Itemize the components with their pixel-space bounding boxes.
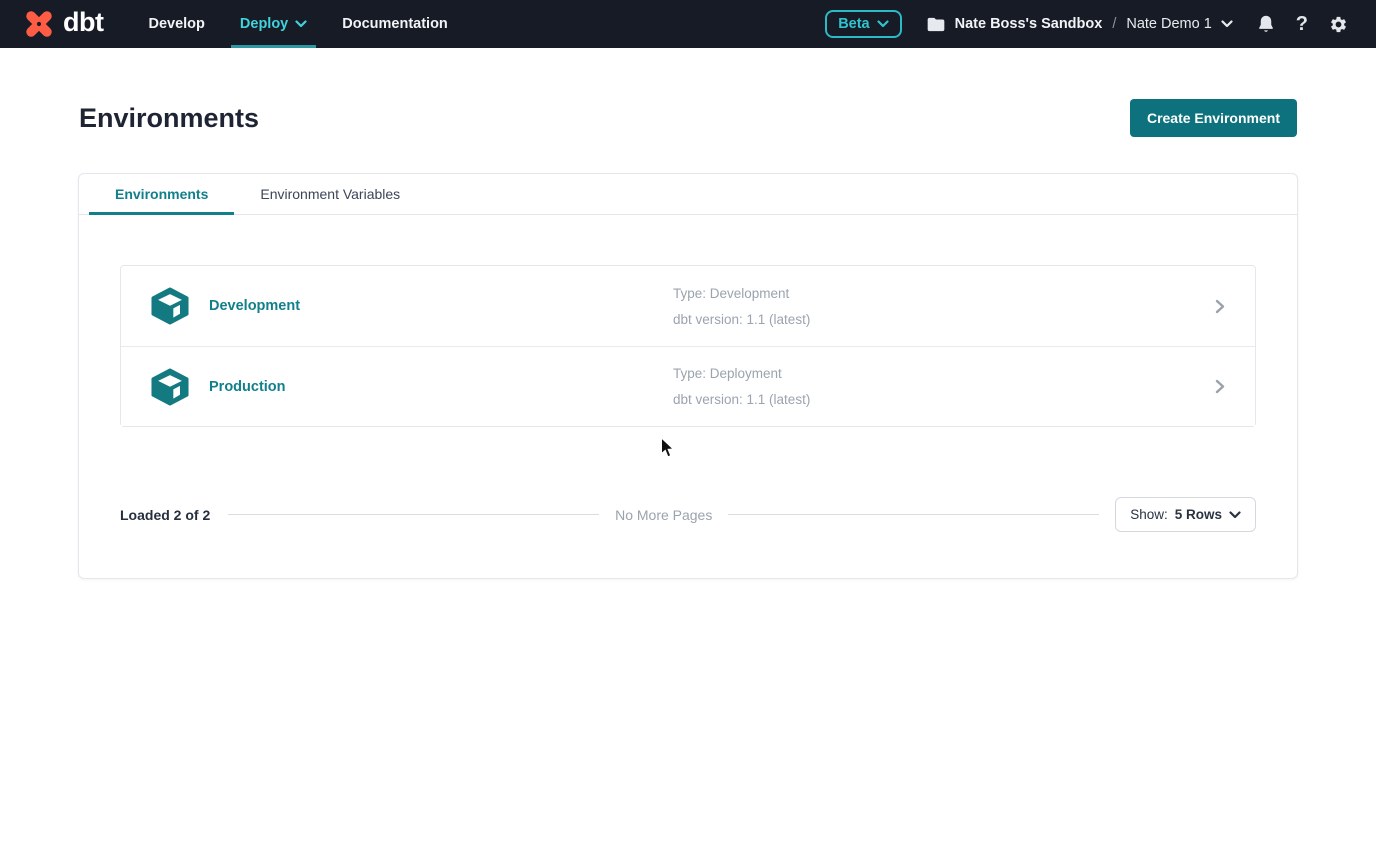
environment-version: dbt version: 1.1 (latest) xyxy=(673,312,810,327)
pagination-footer: Loaded 2 of 2 No More Pages Show: 5 Rows xyxy=(120,497,1256,532)
environment-cube-icon xyxy=(151,368,189,406)
divider-line xyxy=(728,514,1099,515)
dbt-brand-text: dbt xyxy=(63,7,103,42)
page-title: Environments xyxy=(79,103,259,134)
environment-meta: Type: Development dbt version: 1.1 (late… xyxy=(673,266,810,346)
dbt-logo[interactable]: dbt xyxy=(22,0,103,48)
page-header: Environments Create Environment xyxy=(0,99,1376,137)
environment-name-link[interactable]: Production xyxy=(209,379,286,395)
card-tabbar: Environments Environment Variables xyxy=(79,174,1297,215)
environment-version: dbt version: 1.1 (latest) xyxy=(673,392,810,407)
account-breadcrumb[interactable]: Nate Boss's Sandbox / Nate Demo 1 xyxy=(926,16,1233,33)
navbar-icon-group: ? xyxy=(1257,14,1348,34)
chevron-down-icon xyxy=(1229,511,1241,519)
beta-dropdown-button[interactable]: Beta xyxy=(825,10,901,38)
environment-name-link[interactable]: Development xyxy=(209,298,300,314)
breadcrumb-project: Nate Demo 1 xyxy=(1126,16,1211,32)
chevron-down-icon xyxy=(1221,20,1233,28)
divider-line xyxy=(228,514,599,515)
notifications-bell-icon[interactable] xyxy=(1257,14,1275,34)
environment-row-development[interactable]: Development Type: Development dbt versio… xyxy=(121,266,1255,346)
rows-per-page-dropdown[interactable]: Show: 5 Rows xyxy=(1115,497,1256,532)
breadcrumb-separator: / xyxy=(1111,16,1117,32)
active-nav-underline xyxy=(231,45,316,48)
environment-list: Development Type: Development dbt versio… xyxy=(120,265,1256,427)
environment-row-production[interactable]: Production Type: Deployment dbt version:… xyxy=(121,346,1255,426)
dbt-logo-icon xyxy=(22,7,56,41)
environments-card: Environments Environment Variables Devel… xyxy=(78,173,1298,579)
beta-label: Beta xyxy=(838,16,869,32)
chevron-down-icon xyxy=(295,20,307,28)
top-navbar: dbt Develop Deploy Documentation Beta Na… xyxy=(0,0,1376,48)
show-label: Show: xyxy=(1130,507,1168,522)
tab-environments[interactable]: Environments xyxy=(89,174,234,215)
rows-value: 5 Rows xyxy=(1175,507,1222,522)
breadcrumb-account: Nate Boss's Sandbox xyxy=(955,16,1103,32)
nav-item-develop[interactable]: Develop xyxy=(139,0,213,48)
environment-cube-icon xyxy=(151,287,189,325)
folder-icon xyxy=(926,16,946,33)
nav-item-label: Develop xyxy=(148,16,204,32)
no-more-pages-label: No More Pages xyxy=(615,507,712,523)
loaded-count-label: Loaded 2 of 2 xyxy=(120,507,210,523)
card-body: Development Type: Development dbt versio… xyxy=(79,215,1297,578)
nav-item-label: Deploy xyxy=(240,16,288,32)
nav-spacer xyxy=(474,0,825,48)
create-environment-button[interactable]: Create Environment xyxy=(1130,99,1297,137)
chevron-down-icon xyxy=(877,20,889,28)
settings-gear-icon[interactable] xyxy=(1329,15,1348,34)
chevron-right-icon xyxy=(1215,299,1225,314)
environment-type: Type: Development xyxy=(673,286,810,301)
primary-nav: Develop Deploy Documentation xyxy=(139,0,473,48)
help-icon[interactable]: ? xyxy=(1296,14,1308,34)
tab-environment-variables[interactable]: Environment Variables xyxy=(234,174,426,215)
environment-type: Type: Deployment xyxy=(673,366,810,381)
nav-item-label: Documentation xyxy=(342,16,448,32)
nav-item-documentation[interactable]: Documentation xyxy=(333,0,457,48)
chevron-right-icon xyxy=(1215,379,1225,394)
environment-meta: Type: Deployment dbt version: 1.1 (lates… xyxy=(673,347,810,426)
nav-item-deploy[interactable]: Deploy xyxy=(231,0,316,48)
